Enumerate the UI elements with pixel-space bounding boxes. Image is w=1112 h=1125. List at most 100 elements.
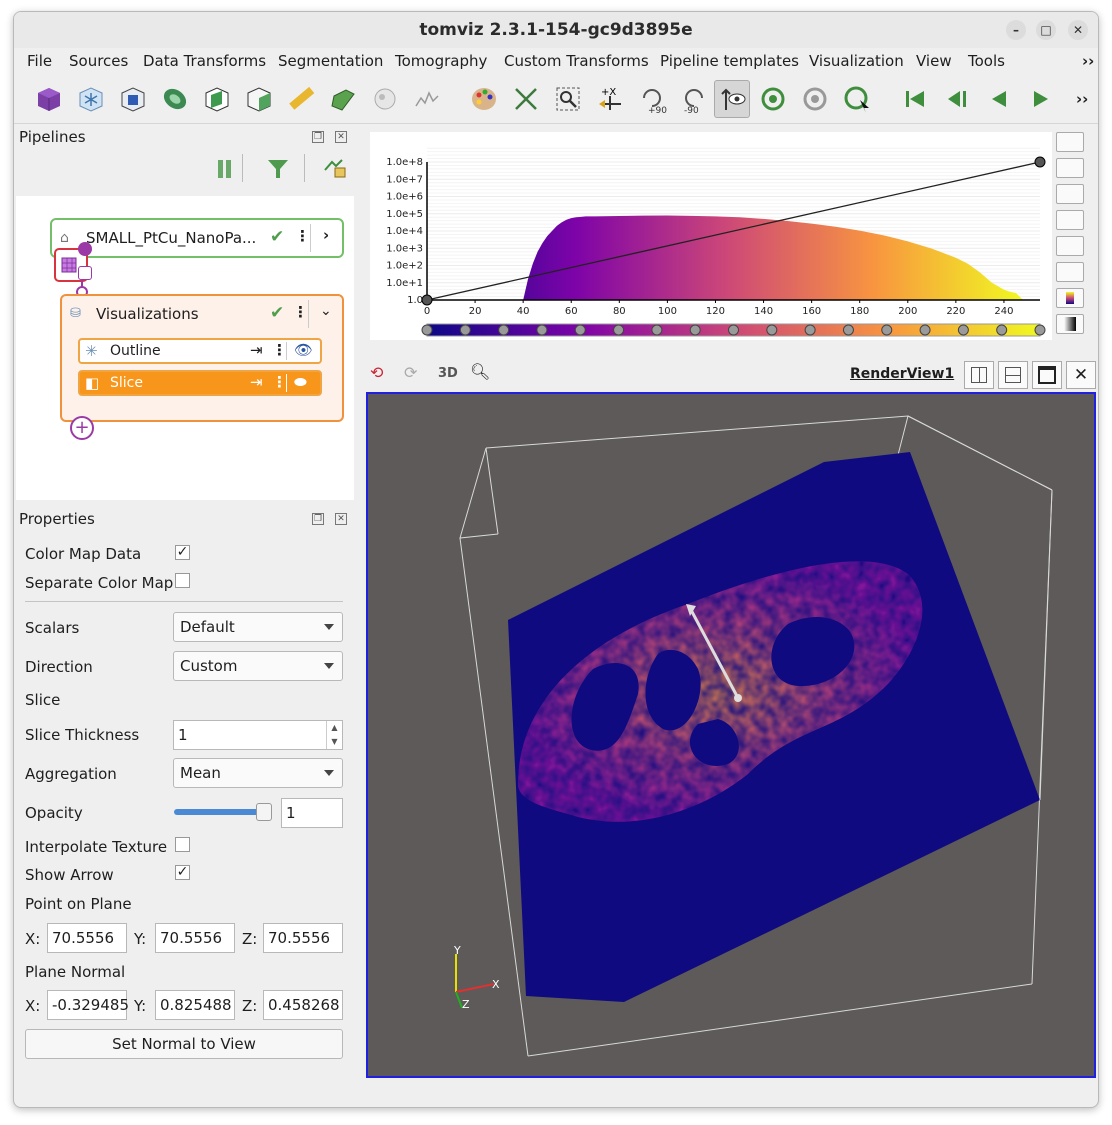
close-button[interactable]: ✕ [1068,20,1088,40]
slice-box-icon[interactable] [202,84,232,114]
normal-y-input[interactable]: 0.825488 [155,990,235,1020]
menu-tomography[interactable]: Tomography [395,52,487,70]
module-outline[interactable]: ✳ Outline ⇥ ⋮ 👁 [78,338,322,364]
export-icon[interactable]: ⇥ [250,373,263,391]
opacity-input[interactable]: 1 [281,798,343,828]
rotate-ccw-icon[interactable]: -90 [679,84,709,116]
direction-select[interactable]: Custom [173,651,343,681]
reset-range-icon[interactable] [1056,132,1084,152]
axis-x-icon[interactable]: +X [595,84,625,114]
normal-z-input[interactable]: 0.458268 [263,990,343,1020]
close-view-icon[interactable]: ✕ [1066,361,1096,389]
fit-icon[interactable] [511,84,541,114]
menu-data-transforms[interactable]: Data Transforms [143,52,266,70]
menu-dots-icon[interactable]: ⋮ [293,303,308,321]
snowflake-icon[interactable] [76,84,106,114]
save-preset-icon[interactable] [1056,262,1084,282]
histogram-chart[interactable]: 1.0 1.0e+1 1.0e+2 1.0e+3 1.0e+4 1.0e+5 1.0e+6 1… [370,132,1052,340]
pick-icon[interactable] [842,84,872,114]
camera-redo-icon[interactable]: ⟳ [404,363,417,382]
split-horizontal-icon[interactable] [964,361,994,389]
menu-tools[interactable]: Tools [968,52,1005,70]
ruler-icon[interactable] [286,84,316,114]
menu-view[interactable]: View [916,52,952,70]
float-icon[interactable]: ❐ [312,131,324,143]
colorbar-icon[interactable] [1056,288,1084,308]
open-box-icon[interactable] [244,84,274,114]
prev-frame-icon[interactable] [942,84,972,114]
line-plot-icon[interactable] [412,84,442,114]
maximize-view-icon[interactable] [1032,361,1062,389]
toolbar-overflow-icon[interactable]: ›› [1076,90,1096,120]
export-icon[interactable]: ⇥ [250,341,263,359]
menu-sources[interactable]: Sources [69,52,128,70]
render-view-title[interactable]: RenderView1 [850,366,954,382]
point-z-label: Z: [242,930,258,948]
point-x-input[interactable]: 70.5556 [47,923,127,953]
minimize-button[interactable]: – [1006,20,1026,40]
menu-overflow-icon[interactable]: ›› [1082,52,1094,70]
show-arrow-checkbox[interactable]: ✓ [175,865,190,880]
split-vertical-icon[interactable] [998,361,1028,389]
zoom-to-box-icon[interactable]: 🔍︎ [470,362,490,381]
close-dock-icon[interactable]: ✕ [335,131,347,143]
point-z-input[interactable]: 70.5556 [263,923,343,953]
eye-icon[interactable]: ⬬ [294,373,307,391]
palette-icon[interactable] [469,84,499,114]
data-source-node[interactable]: ⌂ SMALL_PtCu_NanoPa... ✔ ⋮ › [50,218,344,258]
sphere-icon[interactable] [370,84,400,114]
point-y-input[interactable]: 70.5556 [155,923,235,953]
x-tick-label: 240 [994,306,1013,317]
set-normal-to-view-button[interactable]: Set Normal to View [25,1029,343,1059]
clip-icon[interactable] [328,84,358,114]
menu-file[interactable]: File [27,52,52,70]
render-view[interactable]: Y X Z [366,392,1096,1078]
scalars-select[interactable]: Default [173,612,343,642]
menu-custom-transforms[interactable]: Custom Transforms [504,52,649,70]
contour-icon[interactable] [160,84,190,114]
interact-icon[interactable] [714,80,750,118]
preset-colormap-icon[interactable] [1056,236,1084,256]
slice-thickness-spinbox[interactable]: 1 ▲ ▼ [173,720,343,750]
zoom-box-icon[interactable] [553,84,583,114]
reset-icon[interactable] [758,84,788,114]
filter-icon[interactable] [266,158,290,180]
interpolate-texture-checkbox[interactable] [175,837,190,852]
float-icon[interactable]: ❐ [312,513,324,525]
menu-dots-icon[interactable]: ⋮ [295,227,310,245]
settings-gear-icon[interactable] [1056,210,1084,230]
chevron-right-icon[interactable]: › [323,226,329,244]
rotate-cw-icon[interactable]: +90 [637,84,667,116]
color-map-data-checkbox[interactable]: ✓ [175,545,190,560]
box-icon[interactable] [118,84,148,114]
x-tick-label: 80 [613,306,626,317]
menu-dots-icon[interactable]: ⋮ [272,373,287,391]
eye-icon[interactable]: 👁 [294,341,313,359]
play-icon[interactable] [1026,84,1056,114]
menu-pipeline-templates[interactable]: Pipeline templates [660,52,799,70]
grayscale-icon[interactable] [1056,314,1084,334]
cube-icon[interactable] [34,84,64,114]
normal-x-input[interactable]: -0.329485 [47,990,129,1020]
chevron-down-icon[interactable]: ⌄ [320,303,332,319]
menu-segmentation[interactable]: Segmentation [278,52,383,70]
aggregation-select[interactable]: Mean [173,758,343,788]
view-mode-3d[interactable]: 3D [438,366,458,381]
pipeline-settings-icon[interactable] [322,156,348,182]
camera-undo-icon[interactable]: ⟲ [370,363,383,382]
separate-color-map-checkbox[interactable] [175,573,190,588]
add-module-button[interactable]: + [70,416,94,440]
pause-icon[interactable] [216,158,234,180]
module-slice[interactable]: ◧ Slice ⇥ ⋮ ⬬ [78,370,322,396]
maximize-button[interactable]: □ [1036,20,1056,40]
close-dock-icon[interactable]: ✕ [335,513,347,525]
play-back-icon[interactable] [984,84,1014,114]
spin-arrows-icon[interactable]: ▲ ▼ [326,721,342,749]
menu-dots-icon[interactable]: ⋮ [272,341,287,359]
first-frame-icon[interactable] [900,84,930,114]
menu-visualization[interactable]: Visualization [809,52,904,70]
opacity-slider-handle[interactable] [256,803,272,821]
invert-icon[interactable] [1056,184,1084,204]
center-icon[interactable] [800,84,830,114]
custom-range-icon[interactable] [1056,158,1084,178]
